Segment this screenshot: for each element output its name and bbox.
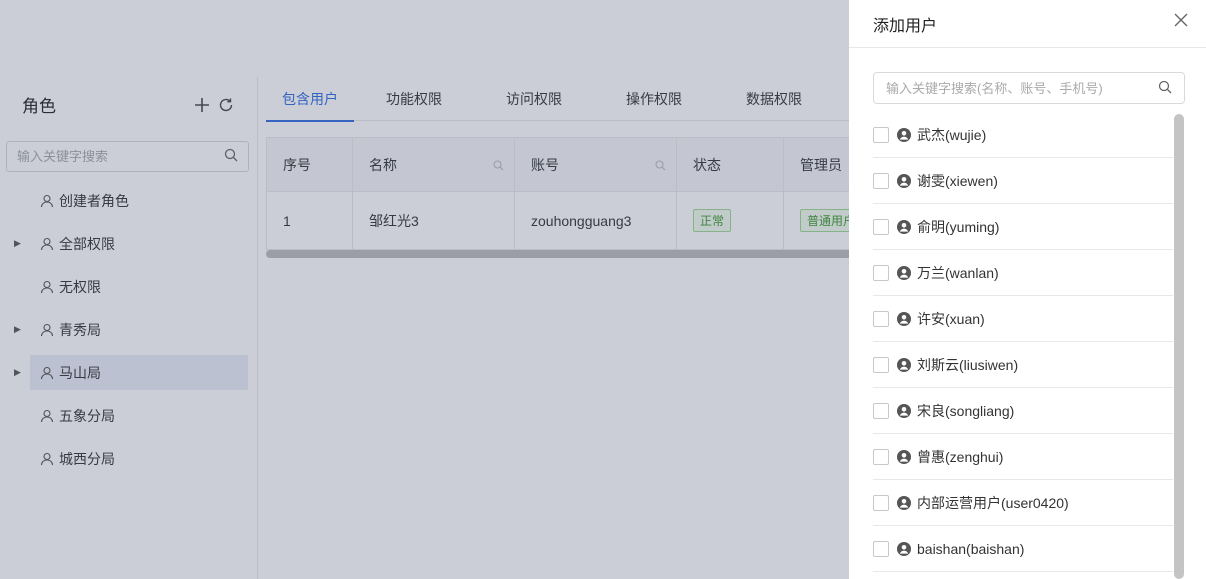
user-name-label: 武杰(wujie) — [917, 126, 987, 143]
drawer-header: 添加用户 — [849, 0, 1206, 48]
user-avatar-icon — [897, 173, 911, 188]
search-icon[interactable] — [1158, 80, 1172, 97]
user-list-item[interactable]: 许安(xuan) — [873, 296, 1173, 342]
modal-overlay-mask[interactable] — [0, 0, 849, 579]
user-search-field[interactable] — [873, 72, 1185, 104]
user-checkbox[interactable] — [873, 402, 889, 419]
user-name-label: 许安(xuan) — [917, 310, 985, 327]
close-icon[interactable] — [1173, 12, 1189, 28]
user-list-item[interactable]: 武杰(wujie) — [873, 112, 1173, 158]
user-name-label: 宋良(songliang) — [917, 402, 1015, 419]
drawer-title: 添加用户 — [873, 17, 938, 35]
user-checkbox[interactable] — [873, 264, 889, 281]
user-avatar-icon — [897, 403, 911, 418]
user-name-label: 内部运营用户(user0420) — [917, 494, 1069, 511]
user-list-item[interactable]: 宋良(songliang) — [873, 388, 1173, 434]
user-name-label: 刘斯云(liusiwen) — [917, 356, 1019, 373]
user-name-label: 谢雯(xiewen) — [917, 172, 998, 189]
user-avatar-icon — [897, 495, 911, 510]
user-list-item[interactable]: 曾惠(zenghui) — [873, 434, 1173, 480]
user-avatar-icon — [897, 311, 911, 326]
user-name-label: 俞明(yuming) — [917, 218, 1000, 235]
user-avatar-icon — [897, 127, 911, 142]
user-list-item[interactable]: baishan(baishan) — [873, 526, 1173, 572]
user-checkbox-list: 武杰(wujie) 谢雯(xiewen) 俞明(yuming) 万兰(wanlan) 许… — [873, 112, 1173, 572]
user-checkbox[interactable] — [873, 540, 889, 557]
user-checkbox[interactable] — [873, 126, 889, 143]
user-avatar-icon — [897, 219, 911, 234]
user-search-input[interactable] — [886, 80, 1158, 96]
user-checkbox[interactable] — [873, 356, 889, 373]
user-checkbox[interactable] — [873, 494, 889, 511]
user-checkbox[interactable] — [873, 218, 889, 235]
user-avatar-icon — [897, 357, 911, 372]
user-avatar-icon — [897, 449, 911, 464]
user-name-label: baishan(baishan) — [917, 540, 1025, 557]
user-list-item[interactable]: 内部运营用户(user0420) — [873, 480, 1173, 526]
user-list-item[interactable]: 刘斯云(liusiwen) — [873, 342, 1173, 388]
user-list-item[interactable]: 谢雯(xiewen) — [873, 158, 1173, 204]
user-name-label: 曾惠(zenghui) — [917, 448, 1004, 465]
user-list-item[interactable]: 万兰(wanlan) — [873, 250, 1173, 296]
user-avatar-icon — [897, 265, 911, 280]
user-list-item[interactable]: 俞明(yuming) — [873, 204, 1173, 250]
add-user-drawer: 添加用户 武杰(wujie) 谢雯(xiewen) 俞明(yuming) 万兰(wan… — [849, 0, 1206, 579]
user-name-label: 万兰(wanlan) — [917, 264, 999, 281]
user-checkbox[interactable] — [873, 448, 889, 465]
user-checkbox[interactable] — [873, 310, 889, 327]
user-checkbox[interactable] — [873, 172, 889, 189]
vertical-scrollbar[interactable] — [1174, 114, 1184, 579]
user-avatar-icon — [897, 541, 911, 556]
